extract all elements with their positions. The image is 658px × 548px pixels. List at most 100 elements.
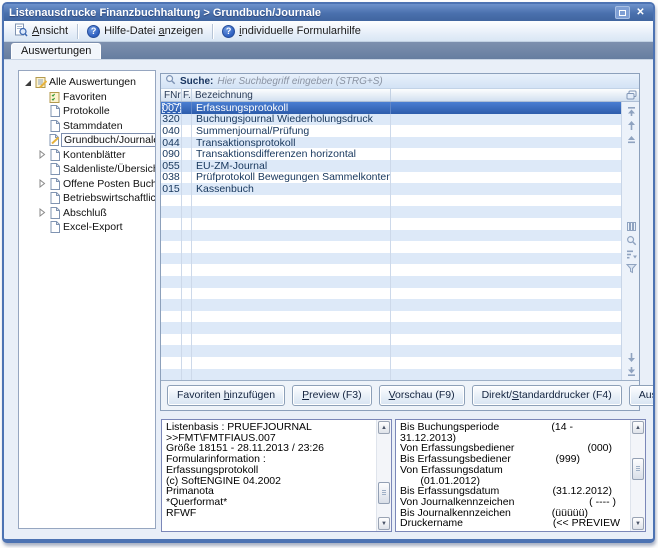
scrollbar-thumb[interactable]	[378, 482, 390, 504]
scroll-down-icon[interactable]: ▼	[632, 517, 644, 530]
tree-item-alle-auswertungen[interactable]: Alle Auswertungen	[19, 75, 155, 90]
scroll-down-icon[interactable]: ▼	[378, 517, 390, 530]
form-info-scrollbar[interactable]: ▲ ▼	[376, 420, 391, 531]
filter-icon[interactable]	[625, 262, 637, 274]
expanded-icon[interactable]	[21, 78, 34, 87]
cell-name	[192, 206, 391, 218]
cell-rest	[391, 230, 621, 242]
cell-rest	[391, 276, 621, 288]
cell-name: Prüfprotokoll Bewegungen Sammelkonten	[192, 172, 391, 184]
cell-rest	[391, 288, 621, 300]
cell-fnr: 038	[161, 172, 182, 184]
auswertung-drucken-button[interactable]: Auswertung drucken	[629, 385, 655, 406]
page-up-icon[interactable]	[625, 133, 637, 145]
table-row-empty[interactable]	[161, 369, 621, 380]
collapsed-icon[interactable]	[35, 208, 48, 217]
cell-f	[182, 369, 192, 380]
table-row-empty[interactable]	[161, 206, 621, 218]
scrollbar-thumb[interactable]	[632, 458, 644, 480]
cell-fnr	[161, 334, 182, 346]
tree-item-kontenbl-tter[interactable]: Kontenblätter	[19, 148, 155, 163]
vorschau-f9--button[interactable]: Vorschau (F9)	[379, 385, 465, 406]
grid-body: 007Erfassungsprotokoll320Buchungsjournal…	[161, 102, 639, 380]
tree-item-stammdaten[interactable]: Stammdaten	[19, 119, 155, 134]
info-line: Erfassungsprotokoll	[166, 465, 374, 476]
tree-item-protokolle[interactable]: Protokolle	[19, 104, 155, 119]
cell-rest	[391, 218, 621, 230]
direkt-standarddrucker-f4--button[interactable]: Direkt/Standarddrucker (F4)	[472, 385, 622, 406]
tree-item-saldenliste-bersicht[interactable]: Saldenliste/Übersicht	[19, 162, 155, 177]
tree-item-label: Protokolle	[61, 105, 112, 117]
cell-name	[192, 195, 391, 207]
collapsed-icon[interactable]	[35, 179, 48, 188]
tree-item-favoriten[interactable]: Favoriten	[19, 90, 155, 105]
column-header-f[interactable]: F.	[182, 89, 192, 101]
table-row-038[interactable]: 038 Prüfprotokoll Bewegungen Sammelkonten	[161, 172, 621, 184]
collapsed-icon[interactable]	[35, 150, 48, 159]
table-row-empty[interactable]	[161, 345, 621, 357]
table-row-empty[interactable]	[161, 276, 621, 288]
column-header-bezeichnung[interactable]: Bezeichnung	[192, 89, 391, 101]
cell-fnr	[161, 253, 182, 265]
cell-rest	[391, 125, 621, 137]
table-row-empty[interactable]	[161, 299, 621, 311]
table-row-007[interactable]: 007Erfassungsprotokoll	[161, 102, 621, 114]
close-window-button[interactable]: ✕	[633, 6, 648, 19]
tree-item-grundbuch-journale[interactable]: Grundbuch/Journale	[19, 133, 155, 148]
parameter-line: Druckername(<< PREVIEW	[400, 518, 628, 529]
move-up-icon[interactable]	[625, 119, 637, 131]
table-row-044[interactable]: 044Transaktionsprotokoll	[161, 137, 621, 149]
doc-icon	[48, 192, 61, 204]
move-down-icon[interactable]	[625, 351, 637, 363]
cell-rest	[391, 241, 621, 253]
tree-item-excel-export[interactable]: Excel-Export	[19, 220, 155, 235]
info-line: RFWF	[166, 508, 374, 519]
scroll-up-icon[interactable]: ▲	[378, 421, 390, 434]
table-row-empty[interactable]	[161, 195, 621, 207]
toolbar-button-hilfe-datei[interactable]: ? Hilfe-Datei anzeigen	[81, 23, 209, 40]
restore-window-button[interactable]	[615, 6, 630, 19]
scroll-up-icon[interactable]: ▲	[632, 421, 644, 434]
column-header-fnr[interactable]: FNr	[161, 89, 182, 101]
report-tree-panel: Alle AuswertungenFavoritenProtokolle Stam…	[18, 70, 156, 529]
preview-f3--button[interactable]: Preview (F3)	[292, 385, 372, 406]
table-row-320[interactable]: 320Buchungsjournal Wiederholungsdruck	[161, 114, 621, 126]
toolbar-button-ansicht[interactable]: Ansicht	[8, 21, 74, 42]
table-row-empty[interactable]	[161, 311, 621, 323]
cell-fnr	[161, 276, 182, 288]
cell-fnr	[161, 288, 182, 300]
search-icon[interactable]	[625, 234, 637, 246]
search-bar[interactable]: Suche: Hier Suchbegriff eingeben (STRG+S…	[161, 74, 639, 89]
sort-icon[interactable]	[625, 248, 637, 260]
tree-item-betriebswirtschaftliche-auswertungen[interactable]: Betriebswirtschaftliche Auswertungen	[19, 191, 155, 206]
screen: Listenausdrucke Finanzbuchhaltung > Grun…	[0, 0, 658, 548]
table-row-015[interactable]: 015Kassenbuch	[161, 183, 621, 195]
cell-f	[182, 311, 192, 323]
parameter-info-scrollbar[interactable]: ▲ ▼	[630, 420, 645, 531]
help-icon: ?	[222, 25, 235, 38]
grid-rows: 007Erfassungsprotokoll320Buchungsjournal…	[161, 102, 621, 380]
tree-item-abschlu-[interactable]: Abschluß	[19, 206, 155, 221]
table-row-empty[interactable]	[161, 334, 621, 346]
tree-item-offene-posten-buchhaltung[interactable]: Offene Posten Buchhaltung	[19, 177, 155, 192]
table-row-empty[interactable]	[161, 218, 621, 230]
toolbar-button-formularhilfe[interactable]: ? individuelle Formularhilfe	[216, 23, 367, 40]
parameter-line: Von Erfassungsdatum	[400, 465, 628, 476]
table-row-040[interactable]: 040Summenjournal/Prüfung	[161, 125, 621, 137]
table-row-empty[interactable]	[161, 357, 621, 369]
table-row-empty[interactable]	[161, 253, 621, 265]
table-row-empty[interactable]	[161, 322, 621, 334]
table-row-empty[interactable]	[161, 288, 621, 300]
table-row-empty[interactable]	[161, 241, 621, 253]
table-row-empty[interactable]	[161, 264, 621, 276]
scroll-top-icon[interactable]	[625, 105, 637, 117]
cell-f	[182, 345, 192, 357]
cell-rest	[391, 172, 621, 184]
favoriten-hinzuf-gen-button[interactable]: Favoriten hinzufügen	[167, 385, 285, 406]
tab-auswertungen[interactable]: Auswertungen	[11, 43, 101, 59]
scroll-bottom-icon[interactable]	[625, 365, 637, 377]
table-row-055[interactable]: 055EU-ZM-Journal	[161, 160, 621, 172]
table-row-090[interactable]: 090Transaktionsdifferenzen horizontal	[161, 148, 621, 160]
columns-icon[interactable]	[625, 220, 637, 232]
table-row-empty[interactable]	[161, 230, 621, 242]
